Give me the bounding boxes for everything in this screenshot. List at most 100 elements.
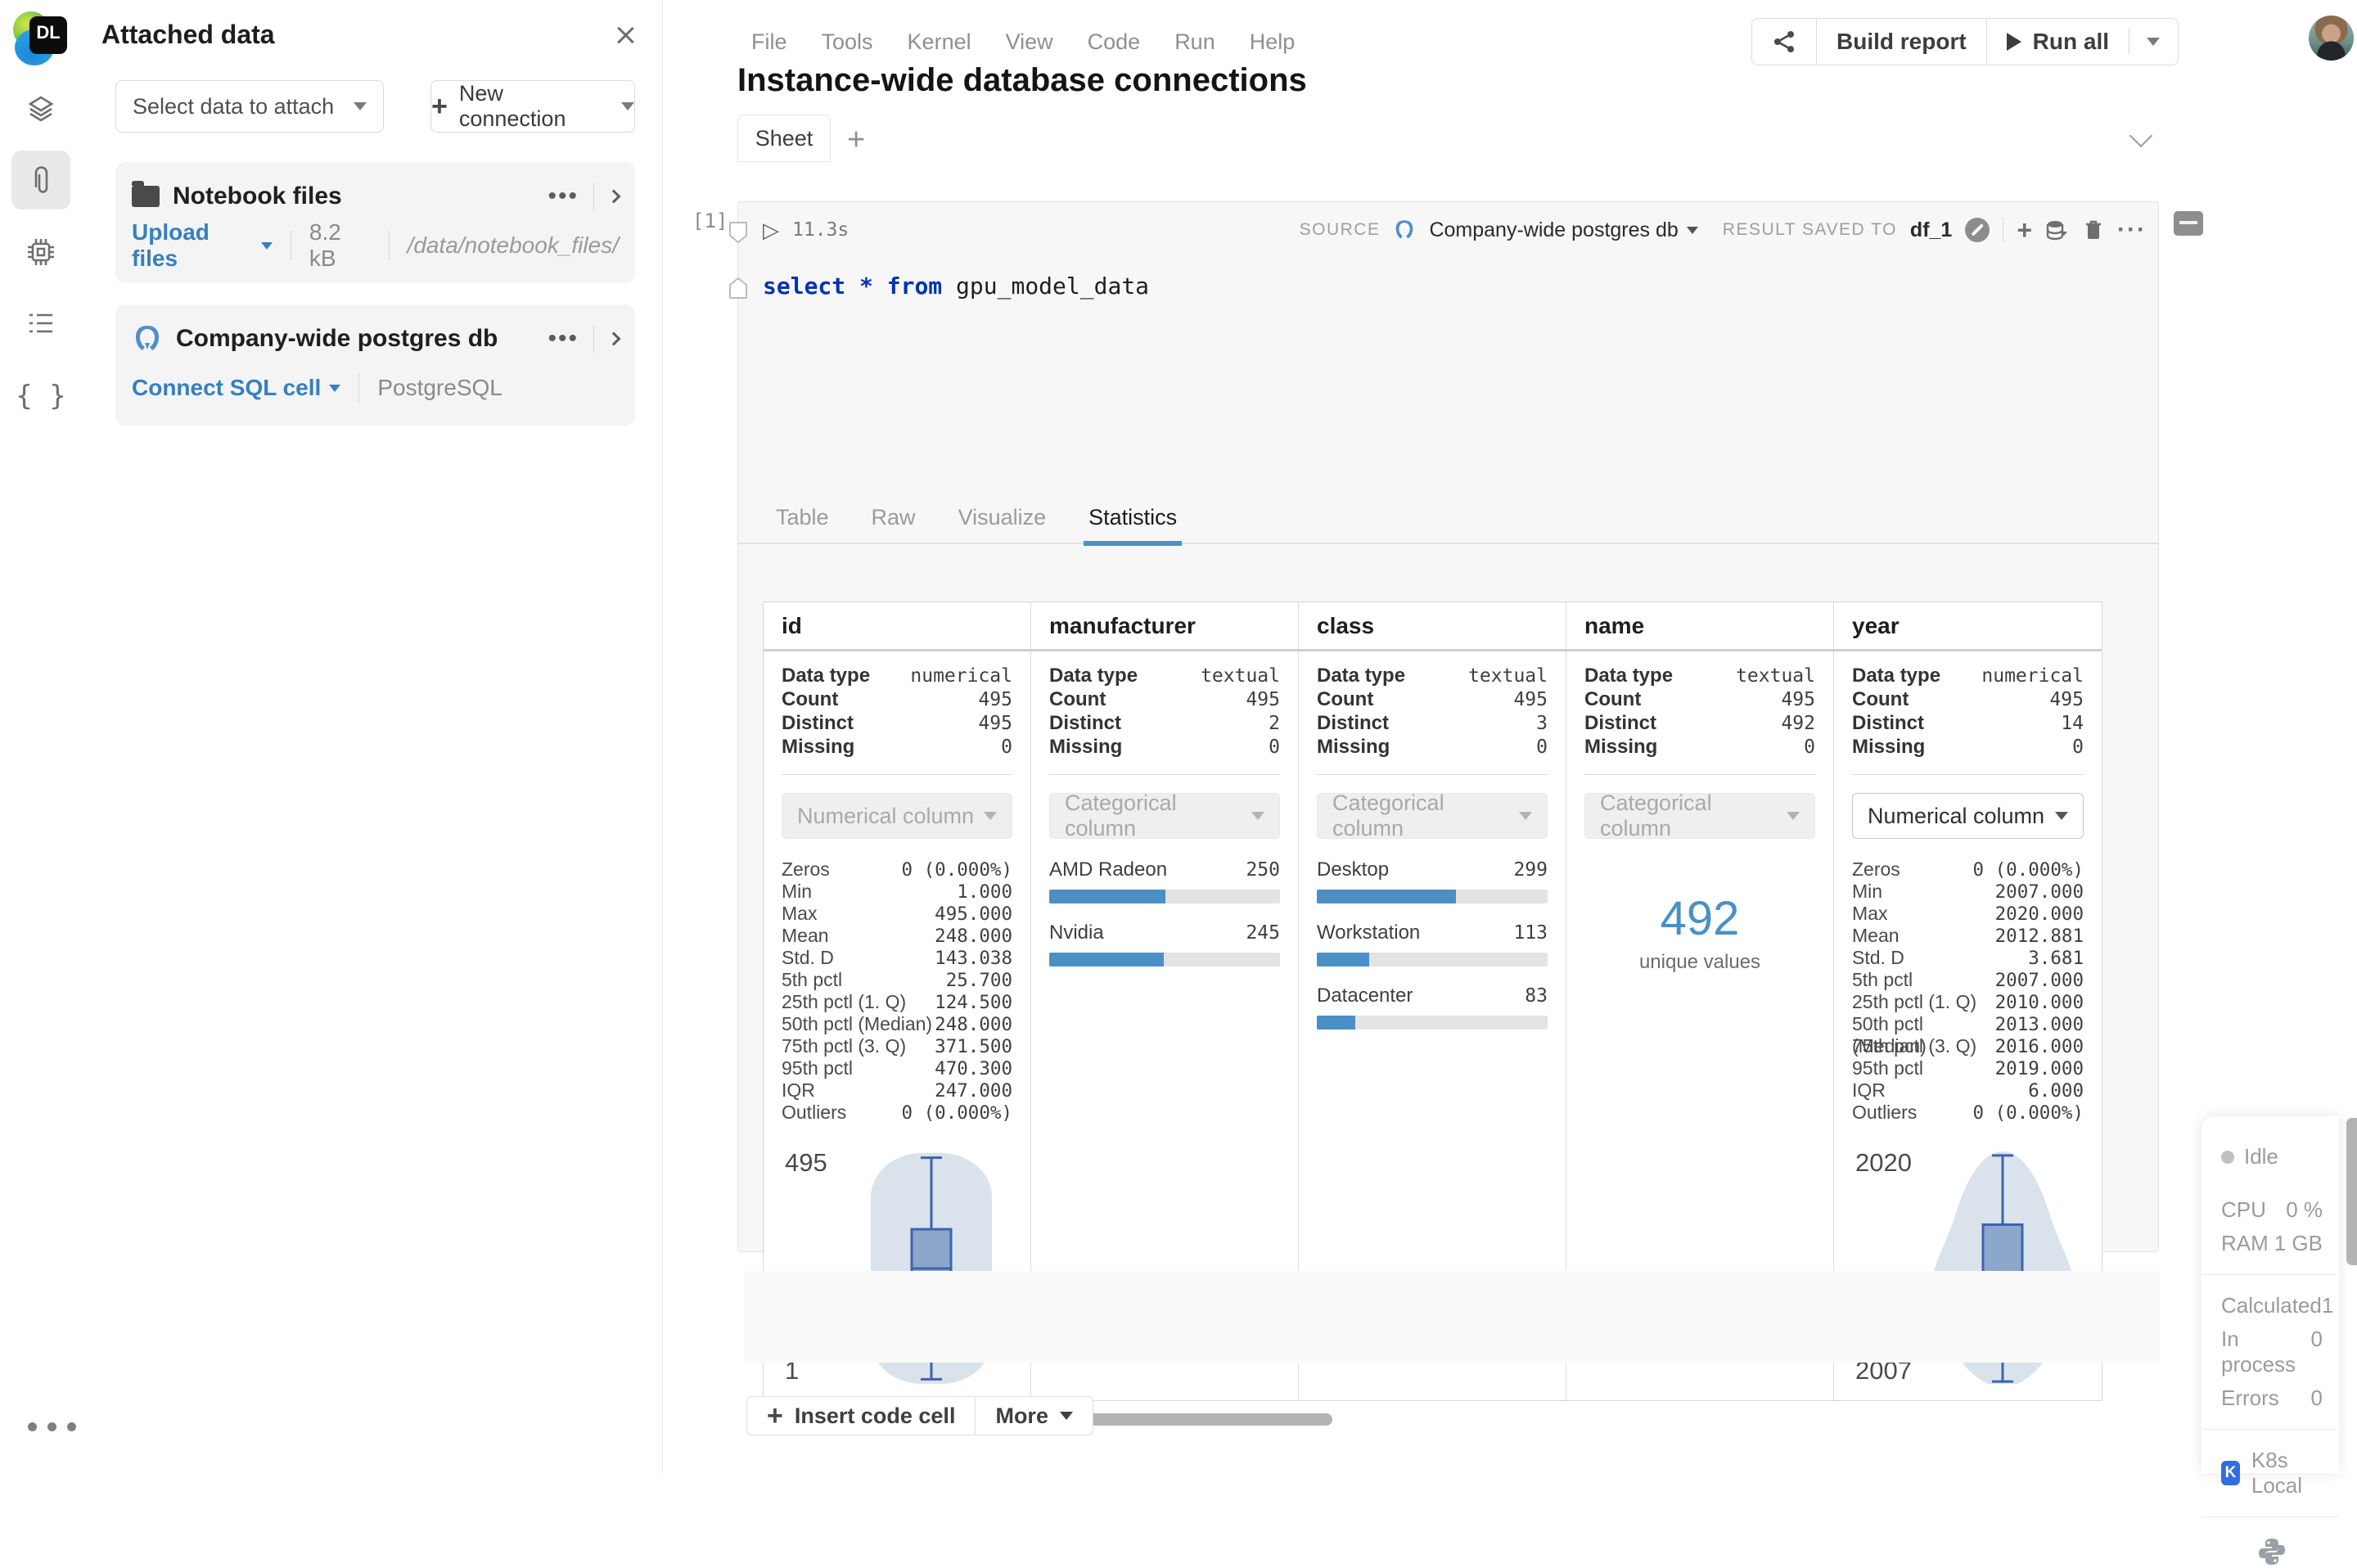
more-button[interactable]: More (975, 1397, 1093, 1435)
tab-table[interactable]: Table (771, 505, 834, 543)
violin-max-label: 2020 (1855, 1148, 1912, 1178)
more-dots-icon[interactable] (28, 1422, 76, 1431)
tab-raw[interactable]: Raw (867, 505, 921, 543)
user-avatar[interactable] (2309, 16, 2354, 61)
notebook-files-card: Notebook files ••• Upload files 8.2 kB /… (115, 162, 635, 283)
attachments-paperclip-icon[interactable] (11, 151, 70, 210)
card-menu-icon[interactable]: ••• (548, 192, 579, 201)
column-type-selector[interactable]: Numerical column (782, 793, 1012, 839)
stat-label: Max (782, 903, 817, 925)
chevron-down-icon (621, 102, 634, 110)
sheet-tab[interactable]: Sheet (737, 115, 831, 162)
menu-item-help[interactable]: Help (1250, 29, 1296, 55)
menu-item-view[interactable]: View (1006, 29, 1053, 55)
category-bar-track (1317, 953, 1548, 966)
files-size: 8.2 kB (309, 219, 371, 272)
share-button[interactable] (1752, 19, 1816, 65)
stat-row: Zeros0 (0.000%) (782, 858, 1012, 881)
meta-label: Missing (1852, 736, 1925, 759)
meta-row: Count495 (1852, 688, 2084, 712)
meta-row: Missing0 (1852, 736, 2084, 759)
environment-chip-icon[interactable] (11, 223, 70, 282)
tab-visualize[interactable]: Visualize (953, 505, 1052, 543)
column-type-selector[interactable]: Categorical column (1584, 793, 1815, 839)
category-row: Nvidia245 (1049, 921, 1280, 946)
run-options-button[interactable] (2129, 19, 2178, 65)
column-header-class: class (1299, 602, 1566, 649)
variables-braces-icon[interactable]: { } (11, 367, 70, 426)
unique-count: 492 (1584, 891, 1815, 946)
stat-row: IQR6.000 (1852, 1079, 2084, 1102)
meta-row: Count495 (1049, 688, 1280, 712)
sql-code[interactable]: select * from gpu_model_data (763, 273, 1149, 300)
agent-selector[interactable]: K K8s Local (2221, 1448, 2323, 1498)
cell-handle-icon[interactable] (728, 276, 749, 300)
run-cell-button[interactable]: ▷ (763, 219, 779, 241)
meta-label: Data type (1852, 665, 1940, 687)
outline-list-icon[interactable] (11, 295, 70, 354)
datalore-logo[interactable]: DL (13, 11, 67, 65)
tab-statistics[interactable]: Statistics (1084, 505, 1182, 543)
menu-item-file[interactable]: File (751, 29, 787, 55)
edit-variable-icon[interactable] (1965, 218, 1990, 242)
cell-duration: 11.3s (792, 219, 849, 241)
chevron-right-icon[interactable] (607, 190, 621, 204)
connect-sql-cell-button[interactable]: Connect SQL cell (132, 375, 340, 401)
stat-row: Mean2012.881 (1852, 925, 2084, 947)
python-kernel-icon[interactable] (2221, 1535, 2323, 1568)
layers-icon[interactable] (11, 79, 70, 137)
select-data-dropdown[interactable]: Select data to attach (115, 80, 384, 133)
column-type-selector[interactable]: Numerical column (1852, 793, 2084, 839)
menu-item-run[interactable]: Run (1174, 29, 1215, 55)
add-sheet-button[interactable]: + (847, 123, 865, 158)
stat-row: Max2020.000 (1852, 903, 2084, 925)
build-report-button[interactable]: Build report (1816, 19, 1986, 65)
chevron-right-icon[interactable] (607, 332, 621, 346)
divider (782, 774, 1012, 775)
delete-cell-icon[interactable] (2083, 218, 2104, 242)
category-row: Desktop299 (1317, 858, 1548, 883)
menu-item-kernel[interactable]: Kernel (908, 29, 971, 55)
new-connection-button[interactable]: + New connection (430, 80, 635, 133)
category-bar-fill (1049, 890, 1165, 903)
meta-value: 495 (1781, 689, 1815, 710)
menu-item-tools[interactable]: Tools (822, 29, 873, 55)
files-path: /data/notebook_files/ (408, 232, 619, 259)
close-icon[interactable] (613, 23, 638, 47)
database-options-icon[interactable] (2045, 219, 2070, 241)
vertical-scrollbar[interactable] (2346, 1118, 2357, 1265)
stat-label: Std. D (782, 947, 834, 969)
in-process-value: 0 (2311, 1327, 2323, 1352)
meta-label: Data type (782, 665, 870, 687)
card-menu-icon[interactable]: ••• (548, 335, 579, 343)
selector-label: Categorical column (1600, 791, 1787, 841)
stat-row: 95th pctl470.300 (782, 1057, 1012, 1079)
column-type-selector[interactable]: Categorical column (1049, 793, 1280, 839)
insert-code-cell-button[interactable]: + Insert code cell (747, 1397, 975, 1435)
k8s-icon: K (2221, 1461, 2240, 1485)
column-type-selector[interactable]: Categorical column (1317, 793, 1548, 839)
column-header-id: id (764, 602, 1031, 649)
result-saved-label: RESULT SAVED TO (1723, 220, 1897, 240)
comment-icon[interactable] (2174, 211, 2203, 236)
collapse-chevron-icon[interactable] (2129, 124, 2152, 147)
stat-row: Min2007.000 (1852, 881, 2084, 903)
source-selector[interactable]: Company-wide postgres db (1429, 219, 1697, 242)
selector-label: Numerical column (1868, 804, 2044, 829)
stat-value: 2010.000 (1995, 992, 2084, 1013)
meta-value: 0 (1804, 737, 1815, 758)
empty-cell-placeholder[interactable] (744, 1271, 2160, 1363)
upload-files-button[interactable]: Upload files (132, 219, 273, 272)
stat-label: 25th pctl (1. Q) (782, 991, 906, 1013)
stat-row: Zeros0 (0.000%) (1852, 858, 2084, 881)
column-header-manufacturer: manufacturer (1031, 602, 1299, 649)
meta-value: 492 (1781, 713, 1815, 734)
chevron-down-icon (984, 812, 997, 820)
selector-label: Categorical column (1065, 791, 1251, 841)
stat-value: 6.000 (2028, 1080, 2084, 1102)
menu-item-code[interactable]: Code (1088, 29, 1141, 55)
cell-more-icon[interactable]: ··· (2117, 227, 2147, 233)
topbar-button-group: Build report Run all (1751, 18, 2179, 65)
cell-handle-icon[interactable] (728, 220, 749, 245)
run-all-button[interactable]: Run all (1986, 19, 2129, 65)
